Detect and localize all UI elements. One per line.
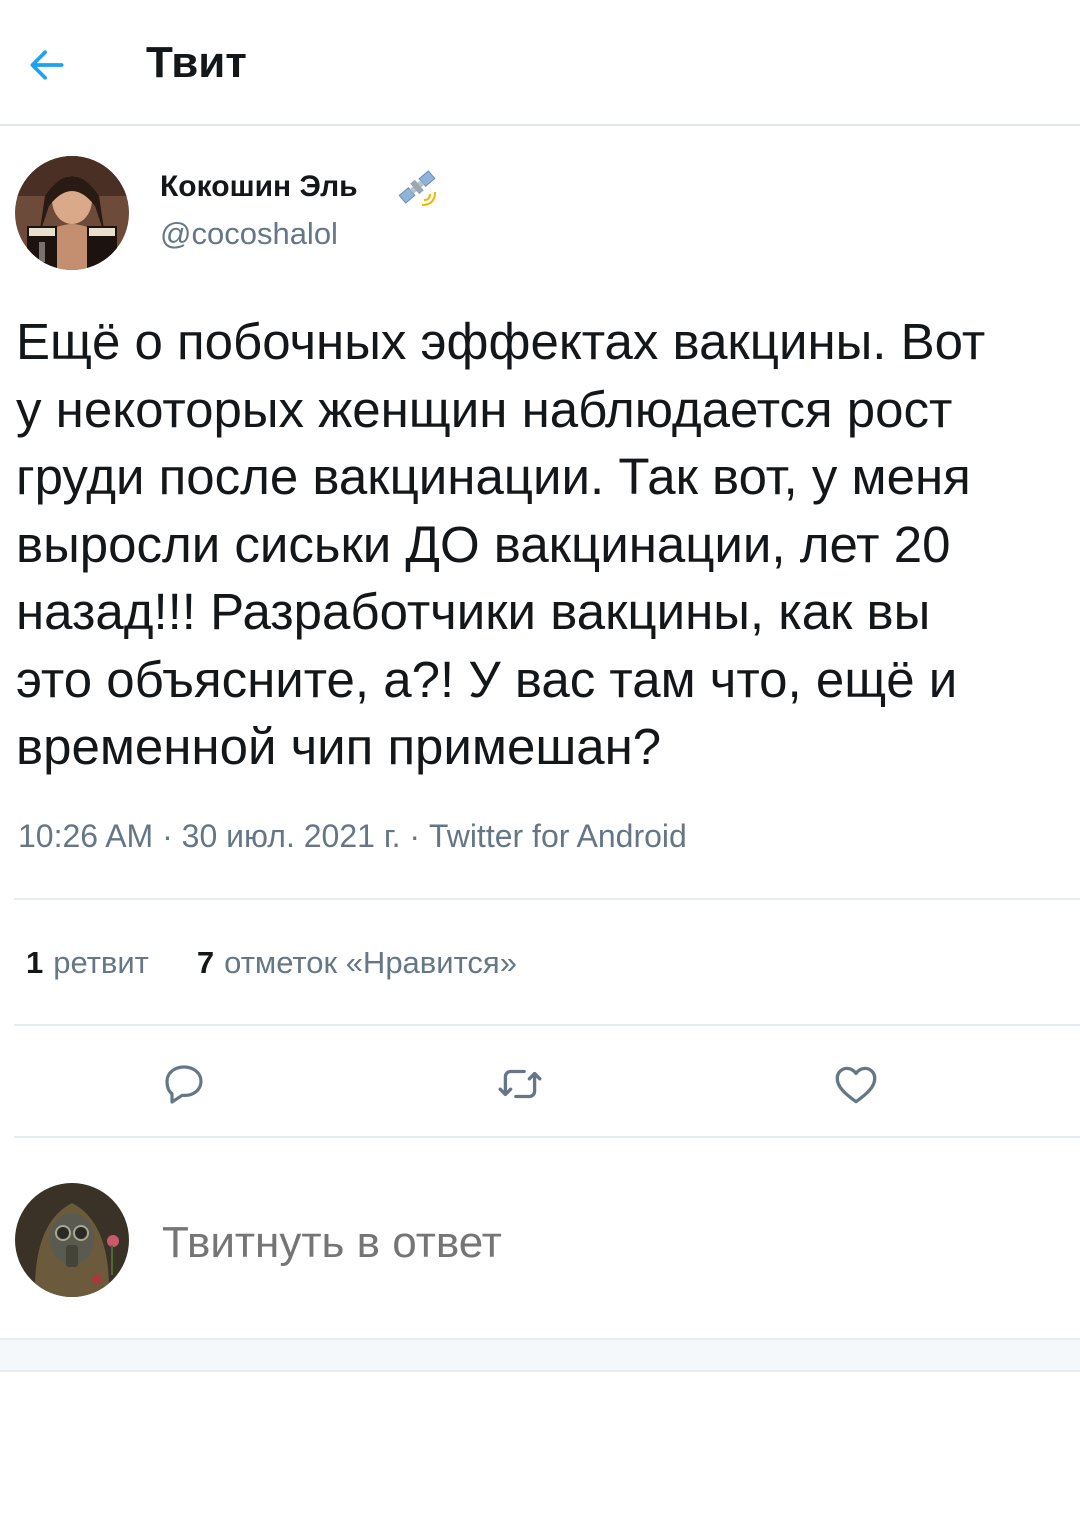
author-handle[interactable]: @cocoshalol	[160, 214, 338, 254]
tweet-text-line: груди после вакцинации. Так вот, у меня	[16, 448, 971, 505]
divider	[14, 1136, 1080, 1138]
tweet-text-line: выросли сиськи ДО вакцинации, лет 20	[16, 515, 951, 573]
bottom-separator	[0, 1338, 1080, 1372]
reply-button[interactable]	[158, 1058, 210, 1110]
tweet-actions	[0, 1034, 1080, 1132]
tweet-stats: 1 ретвит 7 отметок «Нравится»	[26, 942, 517, 984]
current-user-avatar[interactable]	[15, 1183, 129, 1297]
divider	[14, 898, 1080, 900]
satellite-icon	[398, 170, 436, 206]
retweets-stat[interactable]: 1 ретвит	[26, 942, 149, 984]
tweet-timestamp[interactable]: 10:26 AM · 30 июл. 2021 г. · Twitter for…	[18, 816, 687, 856]
likes-stat[interactable]: 7 отметок «Нравится»	[197, 942, 517, 984]
tweet-text-line: у некоторых женщин наблюдается рост	[16, 380, 953, 438]
top-bar: Твит	[0, 0, 1080, 126]
heart-icon	[835, 1066, 877, 1104]
likes-label: отметок «Нравится»	[224, 945, 517, 980]
retweets-count: 1	[26, 945, 44, 980]
retweet-button[interactable]	[494, 1058, 546, 1110]
retweets-label: ретвит	[53, 945, 149, 980]
tweet-text-line: временной чип примешан?	[16, 718, 662, 775]
back-button[interactable]	[20, 38, 74, 92]
divider	[14, 1024, 1080, 1026]
tweet-text: Ещё о побочных эффектах вакцины. Вот у н…	[16, 308, 1072, 781]
tweet-text-line: Ещё о побочных эффектах вакцины. Вот	[16, 313, 986, 370]
likes-count: 7	[196, 945, 215, 980]
reply-input[interactable]	[162, 1214, 1042, 1272]
tweet-text-line: назад!!! Разработчики вакцины, как вы	[16, 583, 931, 640]
tweet-text-line: это объясните, а?! У вас там что, ещё и	[16, 650, 958, 708]
page-title: Твит	[146, 38, 247, 87]
author-name[interactable]: Кокошин Эль	[160, 168, 358, 206]
reply-icon	[165, 1065, 203, 1104]
author-avatar[interactable]	[15, 156, 129, 270]
retweet-icon	[498, 1069, 542, 1099]
tweet-screen: Твит Кокошин Эль @cocoshalol Ещё о побоч…	[0, 0, 1080, 1536]
like-button[interactable]	[830, 1058, 882, 1110]
back-arrow-icon	[30, 50, 64, 80]
